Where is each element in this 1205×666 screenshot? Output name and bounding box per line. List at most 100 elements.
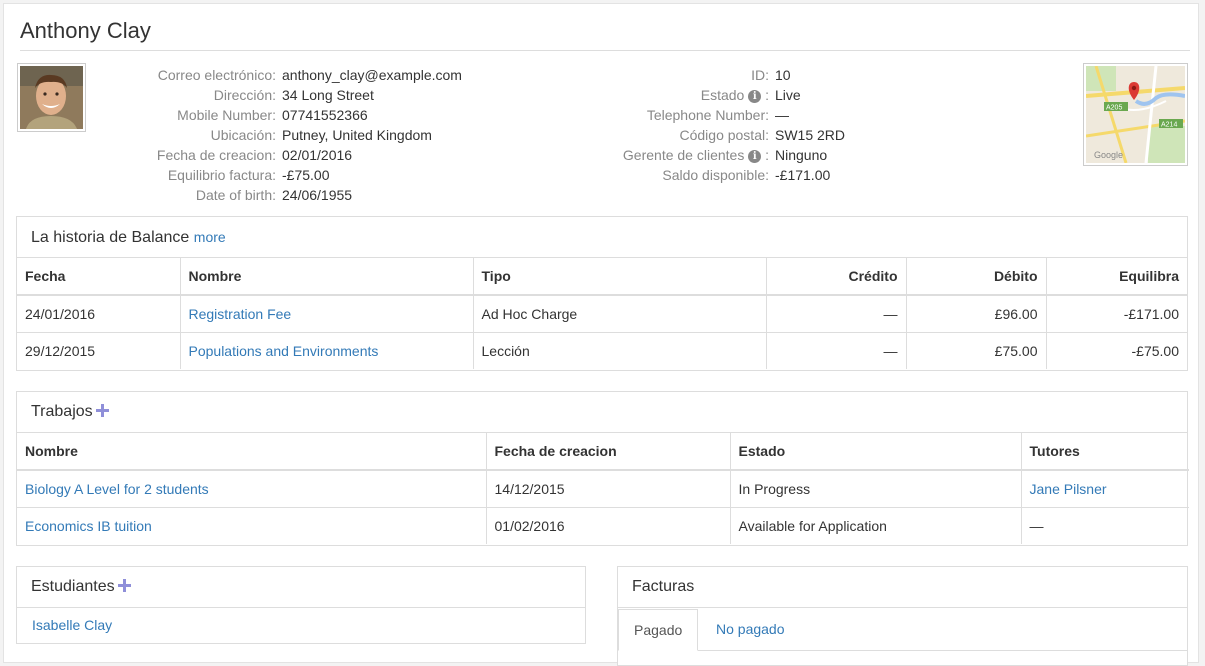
detail-label: Correo electrónico:: [157, 67, 276, 83]
detail-mobile: Mobile Number: 07741552366: [104, 105, 462, 125]
panel-title: Estudiantes: [31, 578, 115, 595]
detail-dob: Date of birth: 24/06/1955: [104, 185, 462, 205]
cell-date: 24/01/2016: [17, 294, 181, 333]
contact-details-left: Correo electrónico: anthony_clay@example.…: [104, 65, 462, 205]
location-map[interactable]: A205 A214 Google: [1083, 63, 1188, 166]
column-header[interactable]: Débito: [905, 258, 1047, 296]
contact-card: Anthony Clay Correo electrónico: anthony_…: [3, 3, 1199, 666]
detail-label: Dirección:: [213, 87, 276, 103]
detail-label: Fecha de creacion:: [156, 147, 276, 163]
info-icon[interactable]: i: [748, 150, 762, 163]
panel-header: Trabajos: [17, 392, 1187, 433]
detail-created: Fecha de creacion: 02/01/2016: [104, 145, 462, 165]
list-item: Isabelle Clay: [17, 608, 585, 644]
jobs-panel: Trabajos Nombre Fecha de creacion Estado…: [16, 391, 1189, 546]
column-header[interactable]: Fecha de creacion: [485, 433, 731, 471]
table-row: Economics IB tuition 01/02/2016 Availabl…: [17, 506, 1189, 544]
cell-name: Populations and Environments: [179, 331, 474, 369]
column-header[interactable]: Estado: [729, 433, 1022, 471]
detail-address: Dirección: 34 Long Street: [104, 85, 462, 105]
more-link[interactable]: more: [194, 229, 226, 245]
job-link[interactable]: Biology A Level for 2 students: [25, 481, 209, 497]
tab-unpaid[interactable]: No pagado: [701, 609, 800, 651]
detail-location: Ubicación: Putney, United Kingdom: [104, 125, 462, 145]
detail-value: 10: [775, 67, 791, 83]
detail-telephone: Telephone Number: —: [564, 105, 845, 125]
cell-type: Lección: [472, 331, 767, 369]
panel-header: Facturas: [618, 567, 1187, 608]
detail-label: Saldo disponible:: [662, 167, 769, 183]
cell-debit: £96.00: [905, 294, 1047, 333]
detail-postcode: Código postal: SW15 2RD: [564, 125, 845, 145]
detail-value: -£171.00: [775, 167, 831, 183]
balance-history-panel: La historia de Balance more Fecha Nombre…: [16, 216, 1188, 371]
invoices-panel: Facturas Pagado No pagado: [617, 566, 1188, 666]
balance-table: Fecha Nombre Tipo Crédito Débito Equilib…: [17, 258, 1187, 369]
panel-title: Trabajos: [31, 403, 93, 420]
cell-credit: —: [765, 331, 907, 369]
detail-label: Gerente de clientes: [622, 147, 745, 163]
item-link[interactable]: Registration Fee: [189, 306, 292, 322]
column-header[interactable]: Fecha: [17, 258, 181, 296]
detail-value: Putney, United Kingdom: [282, 127, 432, 143]
panel-header: La historia de Balance more: [17, 217, 1187, 258]
panel-header: Estudiantes: [17, 567, 585, 608]
detail-client-manager: Gerente de clientes i : Ninguno: [564, 145, 845, 165]
detail-value: 02/01/2016: [282, 147, 353, 163]
map-road-label: A205: [1106, 105, 1122, 112]
map-logo: Google: [1094, 150, 1123, 160]
detail-value: -£75.00: [282, 167, 330, 183]
invoice-tabs: Pagado No pagado: [618, 608, 1187, 651]
job-link[interactable]: Economics IB tuition: [25, 518, 152, 534]
jobs-table: Nombre Fecha de creacion Estado Tutores …: [17, 433, 1189, 544]
detail-invoice-balance: Equilibrio factura: -£75.00: [104, 165, 462, 185]
detail-label: Telephone Number:: [646, 107, 769, 123]
cell-credit: —: [765, 294, 907, 333]
detail-label: Date of birth:: [195, 187, 276, 203]
tutor-link[interactable]: Jane Pilsner: [1030, 481, 1107, 497]
detail-label: Mobile Number:: [177, 107, 276, 123]
cell-name: Biology A Level for 2 students: [17, 469, 487, 508]
avatar: [17, 63, 86, 132]
detail-email: Correo electrónico: anthony_clay@example.…: [104, 65, 462, 85]
page-title: Anthony Clay: [20, 18, 1190, 51]
contact-details-right: ID: 10 Estado i : Live Telephone Number: — …: [564, 65, 845, 185]
table-header-row: Nombre Fecha de creacion Estado Tutores: [17, 433, 1189, 471]
detail-value: 07741552366: [282, 107, 368, 123]
detail-label: Código postal:: [679, 127, 769, 143]
plus-icon[interactable]: [95, 404, 109, 417]
column-header[interactable]: Equilibra: [1045, 258, 1187, 296]
column-header[interactable]: Nombre: [179, 258, 474, 296]
detail-label: Ubicación:: [210, 127, 276, 143]
detail-label: Estado: [700, 87, 745, 103]
column-header[interactable]: Crédito: [765, 258, 907, 296]
detail-value: 34 Long Street: [282, 87, 374, 103]
cell-date: 29/12/2015: [17, 331, 181, 369]
email-link[interactable]: anthony_clay@example.com: [276, 65, 462, 85]
plus-icon[interactable]: [117, 579, 131, 592]
avatar-photo: [20, 66, 83, 129]
map-thumbnail: A205 A214 Google: [1086, 66, 1185, 163]
detail-value: SW15 2RD: [775, 127, 846, 143]
cell-created: 01/02/2016: [485, 506, 731, 544]
detail-available-balance: Saldo disponible: -£171.00: [564, 165, 845, 185]
tab-paid[interactable]: Pagado: [618, 609, 699, 651]
student-link[interactable]: Isabelle Clay: [32, 617, 112, 633]
table-header-row: Fecha Nombre Tipo Crédito Débito Equilib…: [17, 258, 1187, 296]
column-header[interactable]: Tipo: [472, 258, 767, 296]
detail-id: ID: 10: [564, 65, 845, 85]
cell-type: Ad Hoc Charge: [472, 294, 767, 333]
panel-title: Facturas: [632, 578, 695, 595]
panel-title: La historia de Balance: [31, 229, 190, 246]
cell-name: Economics IB tuition: [17, 506, 487, 544]
column-header[interactable]: Nombre: [17, 433, 487, 471]
detail-label-wrap: Gerente de clientes i :: [622, 147, 769, 163]
item-link[interactable]: Populations and Environments: [189, 343, 379, 359]
cell-name: Registration Fee: [179, 294, 474, 333]
cell-status: Available for Application: [729, 506, 1022, 544]
cell-status: In Progress: [729, 469, 1022, 508]
table-row: 29/12/2015 Populations and Environments …: [17, 331, 1187, 369]
info-icon[interactable]: i: [748, 90, 762, 103]
column-header[interactable]: Tutores: [1020, 433, 1189, 471]
detail-value: 24/06/1955: [282, 187, 353, 203]
